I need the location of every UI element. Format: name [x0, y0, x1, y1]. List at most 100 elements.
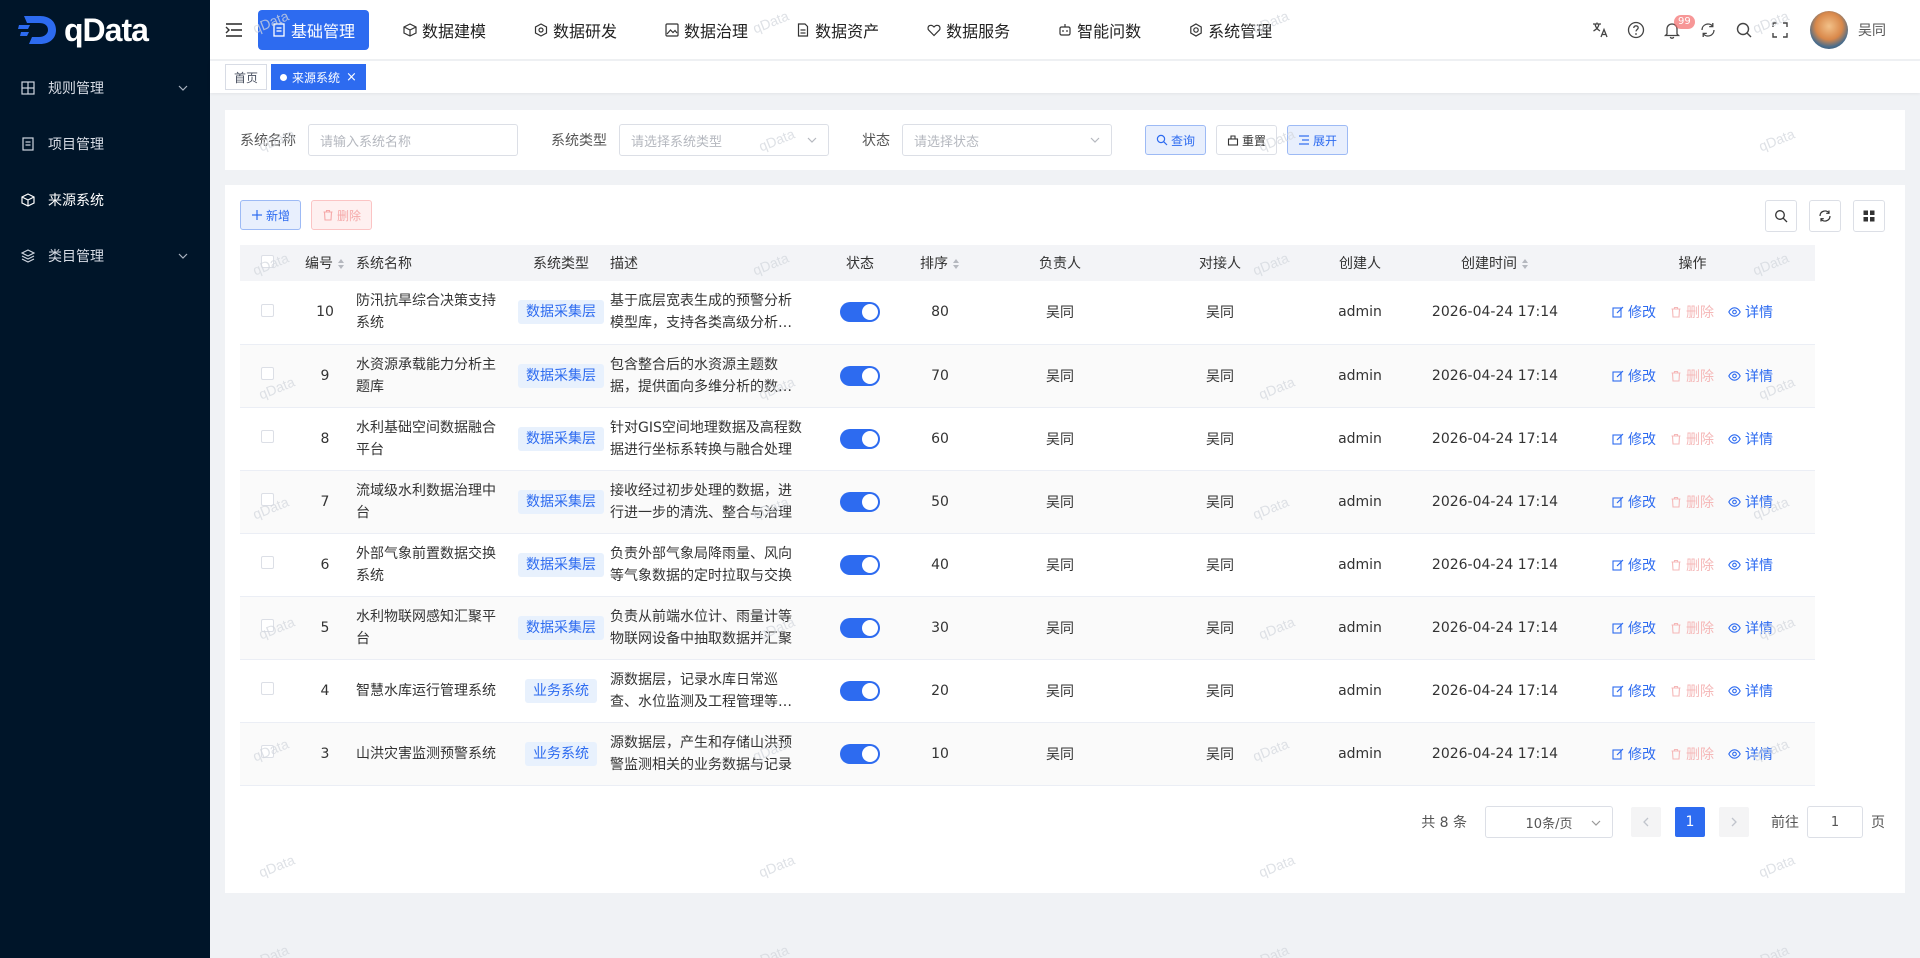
detail-link[interactable]: 详情 [1728, 366, 1773, 386]
delete-link[interactable]: 删除 [1670, 618, 1714, 638]
status-toggle[interactable] [840, 617, 880, 638]
edit-link[interactable]: 修改 [1612, 492, 1656, 512]
sort-icon[interactable] [952, 258, 960, 270]
reset-button[interactable]: 重置 [1216, 125, 1278, 155]
header-sort[interactable]: 排序 [900, 245, 980, 281]
row-checkbox[interactable] [260, 619, 274, 632]
nav-smart-query[interactable]: 智能问数 [1044, 10, 1155, 50]
row-checkbox[interactable] [260, 367, 274, 380]
table-row[interactable]: 10 防汛抗旱综合决策支持系统 数据采集层 基于底层宽表生成的预警分析模型库，支持各类… [240, 281, 1815, 345]
toggle-search-button[interactable] [1765, 200, 1797, 232]
nav-basic-management[interactable]: 基础管理 [258, 9, 370, 50]
detail-link[interactable]: 详情 [1728, 492, 1773, 512]
notification-button[interactable]: 99 [1654, 12, 1695, 48]
row-select-cell[interactable] [240, 281, 294, 345]
tag-home[interactable]: 首页 [225, 64, 268, 90]
close-icon[interactable]: × [346, 70, 357, 85]
row-checkbox[interactable] [260, 556, 274, 569]
edit-link[interactable]: 修改 [1612, 366, 1656, 386]
detail-link[interactable]: 详情 [1728, 681, 1773, 701]
edit-link[interactable]: 修改 [1612, 555, 1656, 575]
table-refresh-button[interactable] [1809, 200, 1841, 232]
table-row[interactable]: 7 流域级水利数据治理中台 数据采集层 接收经过初步处理的数据，进行进一步的清洗、整合… [240, 470, 1815, 534]
refresh-button[interactable] [1690, 12, 1726, 48]
row-checkbox[interactable] [260, 745, 274, 758]
logo[interactable]: qData [0, 0, 210, 60]
table-row[interactable]: 8 水利基础空间数据融合平台 数据采集层 针对GIS空间地理数据及高程数据进行坐标系转… [240, 407, 1815, 471]
status-toggle[interactable] [840, 365, 880, 386]
status-toggle[interactable] [840, 680, 880, 701]
edit-link[interactable]: 修改 [1612, 429, 1656, 449]
edit-link[interactable]: 修改 [1612, 744, 1656, 764]
sort-icon[interactable] [1521, 258, 1529, 270]
expand-button[interactable]: 展开 [1287, 125, 1349, 155]
sort-icon[interactable] [337, 258, 345, 270]
avatar[interactable] [1810, 10, 1848, 49]
sidebar-item-source-system[interactable]: 来源系统 [0, 172, 210, 228]
goto-page-input[interactable]: 1 [1807, 806, 1863, 838]
row-select-cell[interactable] [240, 659, 294, 723]
system-name-input[interactable]: 请输入系统名称 [308, 124, 518, 156]
status-toggle[interactable] [840, 554, 880, 575]
status-toggle[interactable] [840, 743, 880, 764]
select-all-cell[interactable] [240, 245, 294, 281]
nav-data-assets[interactable]: 数据资产 [782, 10, 893, 50]
delete-link[interactable]: 删除 [1670, 366, 1714, 386]
delete-link[interactable]: 删除 [1670, 429, 1714, 449]
row-checkbox[interactable] [260, 430, 274, 443]
page-number-current[interactable]: 1 [1675, 807, 1705, 837]
delete-link[interactable]: 删除 [1670, 744, 1714, 764]
header-created[interactable]: 创建时间 [1420, 245, 1570, 281]
delete-link[interactable]: 删除 [1670, 302, 1714, 322]
sidebar-item-categories[interactable]: 类目管理 [0, 228, 210, 284]
delete-link[interactable]: 删除 [1670, 681, 1714, 701]
row-select-cell[interactable] [240, 407, 294, 471]
detail-link[interactable]: 详情 [1728, 618, 1773, 638]
row-select-cell[interactable] [240, 470, 294, 534]
nav-data-services[interactable]: 数据服务 [913, 10, 1024, 50]
nav-data-development[interactable]: 数据研发 [520, 10, 631, 50]
prev-page-button[interactable] [1631, 807, 1661, 837]
table-row[interactable]: 4 智慧水库运行管理系统 业务系统 源数据层，记录水库日常巡查、水位监测及工程管理等业… [240, 659, 1815, 723]
column-settings-button[interactable] [1853, 200, 1885, 232]
row-checkbox[interactable] [260, 682, 274, 695]
sidebar-item-projects[interactable]: 项目管理 [0, 116, 210, 172]
table-row[interactable]: 6 外部气象前置数据交换系统 数据采集层 负责外部气象局降雨量、风向等气象数据的定时拉… [240, 533, 1815, 597]
select-all-checkbox[interactable] [260, 254, 274, 268]
detail-link[interactable]: 详情 [1728, 429, 1773, 449]
page-size-select[interactable]: 10条/页 [1485, 806, 1613, 838]
status-toggle[interactable] [840, 491, 880, 512]
delete-button[interactable]: 删除 [311, 200, 373, 230]
fullscreen-button[interactable] [1762, 12, 1798, 48]
table-row[interactable]: 3 山洪灾害监测预警系统 业务系统 源数据层，产生和存储山洪预警监测相关的业务数据与记… [240, 722, 1815, 786]
system-type-select[interactable]: 请选择系统类型 [619, 124, 829, 156]
edit-link[interactable]: 修改 [1612, 618, 1656, 638]
table-row[interactable]: 9 水资源承载能力分析主题库 数据采集层 包含整合后的水资源主题数据，提供面向多维分析… [240, 344, 1815, 408]
nav-data-modeling[interactable]: 数据建模 [389, 10, 500, 50]
status-toggle[interactable] [840, 302, 880, 323]
sidebar-item-rules[interactable]: 规则管理 [0, 60, 210, 116]
row-select-cell[interactable] [240, 344, 294, 408]
detail-link[interactable]: 详情 [1728, 744, 1773, 764]
header-id[interactable]: 编号 [294, 245, 356, 281]
translate-button[interactable] [1582, 12, 1618, 48]
nav-data-governance[interactable]: 数据治理 [651, 10, 762, 50]
row-select-cell[interactable] [240, 533, 294, 597]
table-row[interactable]: 5 水利物联网感知汇聚平台 数据采集层 负责从前端水位计、雨量计等物联网设备中抽取数据… [240, 596, 1815, 660]
detail-link[interactable]: 详情 [1728, 555, 1773, 575]
row-select-cell[interactable] [240, 596, 294, 660]
menu-fold-button[interactable] [210, 0, 258, 60]
delete-link[interactable]: 删除 [1670, 555, 1714, 575]
delete-link[interactable]: 删除 [1670, 492, 1714, 512]
detail-link[interactable]: 详情 [1728, 302, 1773, 322]
search-button[interactable] [1726, 12, 1762, 48]
nav-system-management[interactable]: 系统管理 [1175, 10, 1286, 50]
tag-source-system[interactable]: 来源系统 × [271, 64, 366, 90]
row-checkbox[interactable] [260, 493, 274, 506]
status-toggle[interactable] [840, 428, 880, 449]
username[interactable]: 吴同 [1858, 20, 1886, 40]
next-page-button[interactable] [1719, 807, 1749, 837]
edit-link[interactable]: 修改 [1612, 302, 1656, 322]
row-checkbox[interactable] [260, 303, 274, 317]
add-button[interactable]: 新增 [240, 200, 302, 230]
